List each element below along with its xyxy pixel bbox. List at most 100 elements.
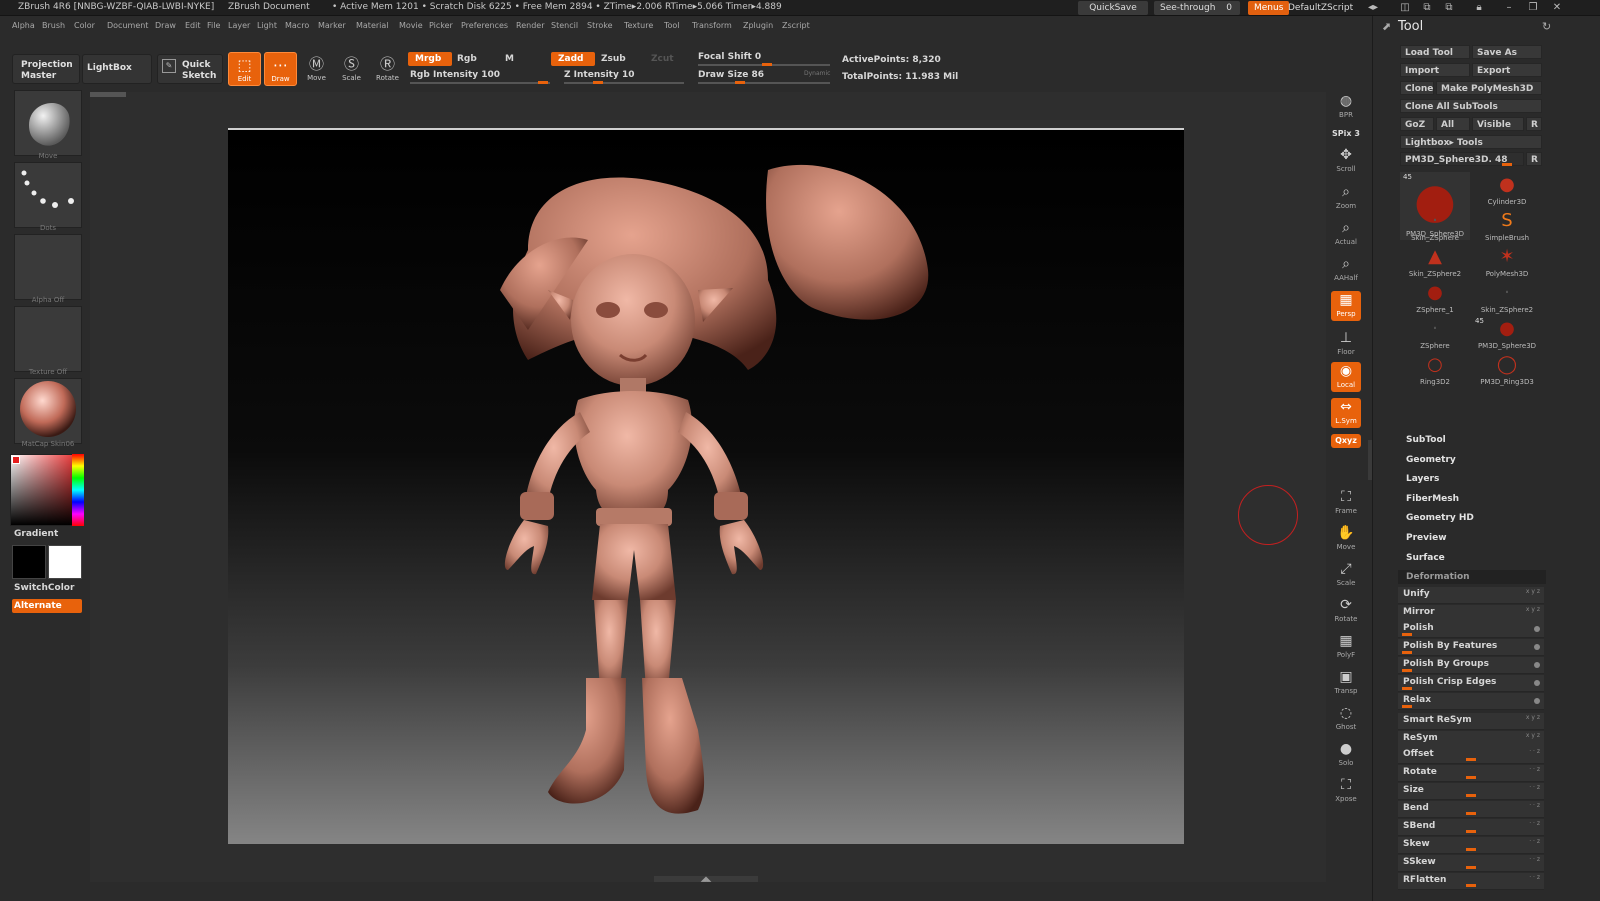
- deform-apply-icon[interactable]: [1534, 662, 1540, 668]
- deform-smart-resym-row[interactable]: Smart ReSym x y z: [1398, 713, 1544, 730]
- axis-toggle-icon[interactable]: · · z: [1529, 856, 1540, 863]
- rightshelf-lsym-button[interactable]: ⇔ L.Sym: [1331, 398, 1361, 428]
- tool-thumb-3[interactable]: S SimpleBrush: [1472, 208, 1542, 244]
- default-zscript-button[interactable]: DefaultZScript: [1282, 1, 1359, 15]
- menu-macro[interactable]: Macro: [285, 21, 309, 30]
- deform-polish-row[interactable]: Polish: [1398, 621, 1544, 638]
- deform-slider-knob[interactable]: [1466, 812, 1476, 815]
- deform-apply-icon[interactable]: [1534, 644, 1540, 650]
- deform-rotate-row[interactable]: Rotate · · z: [1398, 765, 1544, 782]
- menu-zplugin[interactable]: Zplugin: [743, 21, 773, 30]
- layout-toggle-icon[interactable]: ◂▸: [1366, 2, 1380, 14]
- tool-thumb-11[interactable]: ◯ PM3D_Ring3D3: [1472, 352, 1542, 388]
- hue-strip[interactable]: [72, 454, 84, 526]
- menu-preferences[interactable]: Preferences: [461, 21, 508, 30]
- help-icon[interactable]: ◫: [1398, 2, 1412, 14]
- axis-toggle-icon[interactable]: · · z: [1529, 766, 1540, 773]
- menu-document[interactable]: Document: [107, 21, 148, 30]
- menu-transform[interactable]: Transform: [692, 21, 732, 30]
- menu-marker[interactable]: Marker: [318, 21, 346, 30]
- deform-rflatten-row[interactable]: RFlatten · · z: [1398, 873, 1544, 890]
- tool-thumb-9[interactable]: ● PM3D_Sphere3D 45: [1472, 316, 1542, 352]
- import-button[interactable]: Import: [1400, 63, 1470, 77]
- axis-toggle-icon[interactable]: · · z: [1529, 802, 1540, 809]
- menu-zscript[interactable]: Zscript: [782, 21, 810, 30]
- menu-light[interactable]: Light: [257, 21, 277, 30]
- deform-apply-icon[interactable]: [1534, 680, 1540, 686]
- menu-stencil[interactable]: Stencil: [551, 21, 578, 30]
- rightshelf-rotate-button[interactable]: ⟳ Rotate: [1331, 596, 1361, 626]
- lightbox-tools-button[interactable]: Lightbox▸ Tools: [1400, 135, 1542, 149]
- projection-master-button[interactable]: Projection Master: [12, 54, 80, 84]
- deform-polish-crisp-edges-row[interactable]: Polish Crisp Edges: [1398, 675, 1544, 692]
- rightshelf-persp-button[interactable]: ▦ Persp: [1331, 291, 1361, 321]
- quicksave-button[interactable]: QuickSave: [1078, 1, 1148, 15]
- palette-refresh-icon[interactable]: ↻: [1542, 20, 1551, 33]
- sculpt-canvas[interactable]: [228, 128, 1184, 844]
- zadd-button[interactable]: Zadd: [551, 52, 595, 66]
- minimize-icon[interactable]: –: [1502, 2, 1516, 14]
- panel-divider-handle[interactable]: [1368, 440, 1372, 480]
- geometry-section[interactable]: Geometry: [1406, 455, 1456, 465]
- deform-slider-knob[interactable]: [1466, 776, 1476, 779]
- axis-toggle-icon[interactable]: · · z: [1529, 748, 1540, 755]
- deform-slider-knob[interactable]: [1402, 705, 1412, 708]
- rightshelf-move-button[interactable]: ✋ Move: [1331, 524, 1361, 554]
- deform-slider-knob[interactable]: [1402, 651, 1412, 654]
- deform-apply-icon[interactable]: [1534, 626, 1540, 632]
- deform-apply-icon[interactable]: [1534, 698, 1540, 704]
- viewport-scroll-handle[interactable]: [90, 92, 126, 97]
- rightshelf-actual-button[interactable]: ⌕ Actual: [1331, 219, 1361, 249]
- deform-polish-by-features-row[interactable]: Polish By Features: [1398, 639, 1544, 656]
- layers-section[interactable]: Layers: [1406, 474, 1439, 484]
- tool-thumb-1[interactable]: ● Cylinder3D: [1472, 172, 1542, 208]
- zsub-button[interactable]: Zsub: [594, 52, 633, 66]
- stroke-thumbnail[interactable]: [14, 162, 82, 228]
- deform-bend-row[interactable]: Bend · · z: [1398, 801, 1544, 818]
- rightshelf-scale-button[interactable]: ⤢ Scale: [1331, 560, 1361, 590]
- axis-toggle-icon[interactable]: · · z: [1529, 874, 1540, 881]
- palette-pin-icon[interactable]: ⬈: [1382, 20, 1391, 33]
- rgb-intensity-slider[interactable]: [410, 82, 550, 84]
- axis-toggle-icon[interactable]: x y z: [1526, 732, 1540, 739]
- tool-thumb-5[interactable]: ✶ PolyMesh3D: [1472, 244, 1542, 280]
- save-as-button[interactable]: Save As: [1472, 45, 1542, 59]
- material-thumbnail[interactable]: [14, 378, 82, 444]
- deform-skew-row[interactable]: Skew · · z: [1398, 837, 1544, 854]
- goz-r-button[interactable]: R: [1526, 117, 1542, 131]
- zcut-button[interactable]: Zcut: [644, 52, 681, 66]
- deform-size-row[interactable]: Size · · z: [1398, 783, 1544, 800]
- deform-relax-row[interactable]: Relax: [1398, 693, 1544, 710]
- maximize-icon[interactable]: ❐: [1526, 2, 1540, 14]
- alternate-button[interactable]: Alternate: [12, 599, 82, 613]
- menu-draw[interactable]: Draw: [155, 21, 176, 30]
- menu-movie[interactable]: Movie: [399, 21, 423, 30]
- rightshelf-local-button[interactable]: ◉ Local: [1331, 362, 1361, 392]
- deform-slider-knob[interactable]: [1466, 848, 1476, 851]
- current-tool-r-button[interactable]: R: [1526, 152, 1542, 166]
- menu-file[interactable]: File: [207, 21, 220, 30]
- lock-icon[interactable]: 🔒︎: [1472, 2, 1486, 14]
- tool-thumb-10[interactable]: ○ Ring3D2: [1400, 352, 1470, 388]
- clone-all-subtools-button[interactable]: Clone All SubTools: [1400, 99, 1542, 113]
- deform-sskew-row[interactable]: SSkew · · z: [1398, 855, 1544, 872]
- export-button[interactable]: Export: [1472, 63, 1542, 77]
- deformation-header[interactable]: Deformation: [1398, 570, 1546, 584]
- tool-thumb-7[interactable]: · Skin_ZSphere2: [1472, 280, 1542, 316]
- clone-button[interactable]: Clone: [1400, 81, 1434, 95]
- move-mode-button[interactable]: Ⓜ Move: [300, 52, 333, 86]
- rgb-button[interactable]: Rgb: [450, 52, 484, 66]
- menu-color[interactable]: Color: [74, 21, 95, 30]
- rightshelf-floor-button[interactable]: ⊥ Floor: [1331, 329, 1361, 359]
- rightshelf-solo-button[interactable]: ● Solo: [1331, 740, 1361, 770]
- axis-toggle-icon[interactable]: x y z: [1526, 606, 1540, 613]
- current-tool-knob[interactable]: [1502, 163, 1512, 166]
- main-color-swatch[interactable]: [48, 545, 82, 579]
- geometry-hd-section[interactable]: Geometry HD: [1406, 513, 1474, 523]
- deform-slider-knob[interactable]: [1402, 633, 1412, 636]
- draw-size-slider[interactable]: [698, 82, 830, 84]
- deform-slider-knob[interactable]: [1466, 794, 1476, 797]
- rightshelf-transp-button[interactable]: ▣ Transp: [1331, 668, 1361, 698]
- lightbox-button[interactable]: LightBox: [82, 54, 152, 84]
- focal-shift-knob[interactable]: [762, 63, 772, 66]
